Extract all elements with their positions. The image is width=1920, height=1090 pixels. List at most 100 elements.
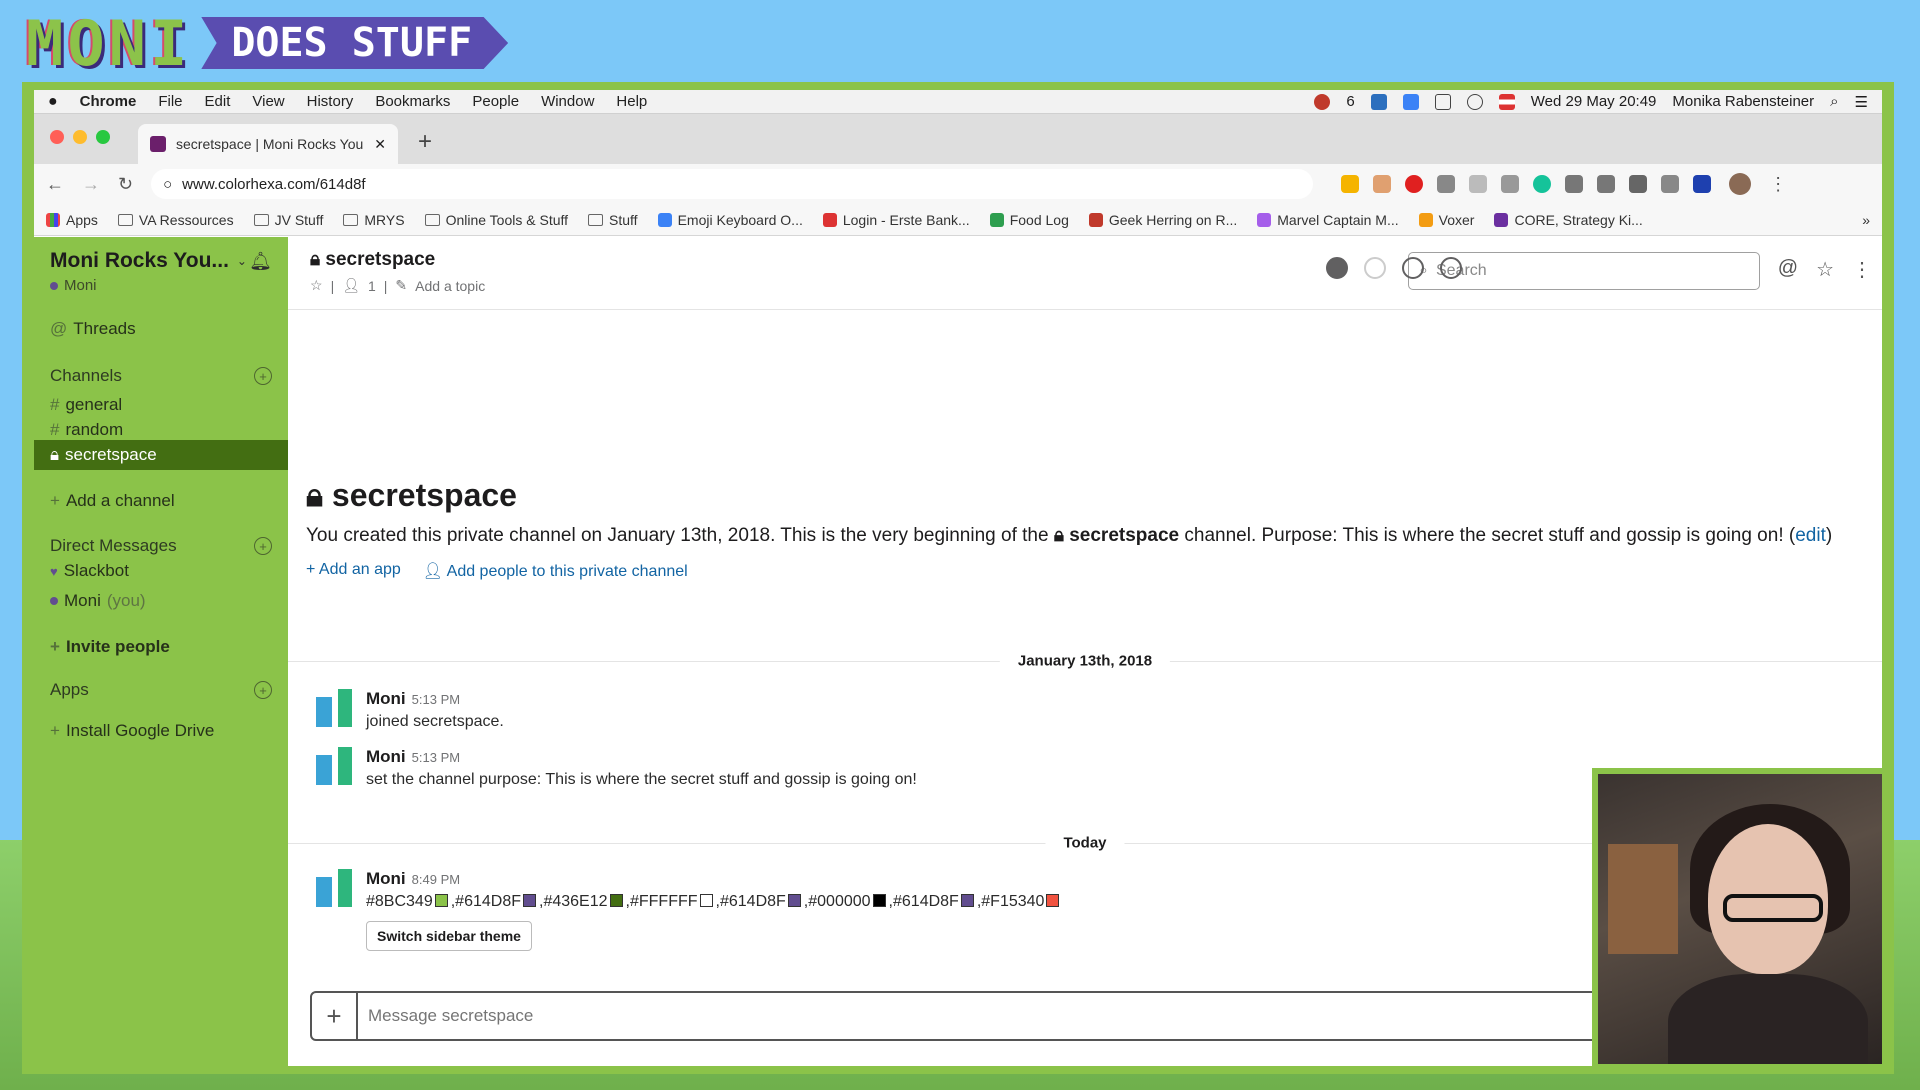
add-app-icon[interactable]: + [254,681,272,699]
avatar[interactable] [316,689,354,733]
flag-icon[interactable] [1498,93,1515,110]
switch-sidebar-theme-button[interactable]: Switch sidebar theme [366,921,532,951]
apps-header[interactable]: Apps + [50,680,272,700]
bookmark-food-log[interactable]: Food Log [989,212,1069,228]
extension-8-icon[interactable] [1565,175,1584,193]
bookmark-jv-stuff[interactable]: JV Stuff [253,212,323,228]
sidebar-item-threads[interactable]: @ Threads [34,314,288,344]
message-time[interactable]: 8:49 PM [412,872,460,887]
add-dm-icon[interactable]: + [254,537,272,555]
add-channel-button[interactable]: + Add a channel [34,486,288,516]
more-icon[interactable]: ⋮ [1852,257,1872,282]
dm-header[interactable]: Direct Messages + [50,536,272,556]
starred-icon[interactable]: ☆ [1816,257,1834,282]
sync-icon[interactable] [1402,93,1419,110]
maximize-window-icon[interactable] [96,130,110,144]
message-author[interactable]: Moni [366,869,406,888]
install-google-drive-button[interactable]: + Install Google Drive [34,716,288,746]
bell-icon[interactable]: 🔔︎ [249,251,272,272]
spotlight-icon[interactable]: ⌕ [1830,93,1838,110]
status-record-icon[interactable] [1314,93,1331,110]
message-author[interactable]: Moni [366,747,406,766]
close-window-icon[interactable] [50,130,64,144]
mentions-icon[interactable]: @ [1778,257,1798,282]
bookmark-va-ressources[interactable]: VA Ressources [117,212,234,228]
invite-people-button[interactable]: + Invite people [34,632,288,662]
message-author[interactable]: Moni [366,689,406,708]
notification-center-icon[interactable]: ☰ [1855,93,1868,111]
grammarly-icon[interactable] [1533,175,1552,193]
bookmark-apps[interactable]: Apps [46,212,98,228]
channels-header[interactable]: Channels + [50,366,272,386]
extension-1-icon[interactable] [1341,175,1360,193]
bookmark-marvel[interactable]: Marvel Captain M... [1257,212,1399,228]
menubar-datetime[interactable]: Wed 29 May 20:49 [1531,93,1657,110]
opera-icon[interactable] [1405,175,1424,193]
site-info-icon[interactable]: ○ [163,176,172,193]
minimize-window-icon[interactable] [73,130,87,144]
status-count[interactable]: 6 [1346,93,1354,110]
reload-icon[interactable]: ↻ [118,174,133,195]
bookmark-mrys[interactable]: MRYS [343,212,405,228]
extension-6-icon[interactable] [1501,175,1520,193]
star-icon[interactable]: ☆ [310,277,323,294]
call-icon[interactable] [1364,257,1386,279]
sidebar-item-slackbot[interactable]: ♥ Slackbot [34,556,288,586]
profile-avatar[interactable] [1729,173,1752,195]
extension-11-icon[interactable] [1661,175,1680,193]
sidebar-item-moni[interactable]: Moni (you) [34,586,288,616]
extension-10-icon[interactable] [1629,175,1648,193]
members-icon[interactable]: 👤︎ [342,277,360,294]
bookmark-emoji-keyboard[interactable]: Emoji Keyboard O... [657,212,803,228]
add-channel-icon[interactable]: + [254,367,272,385]
eyedropper-icon[interactable] [1373,175,1392,193]
info-icon[interactable] [1402,257,1424,279]
bookmarks-overflow-button[interactable]: » [1862,212,1870,228]
address-bar[interactable]: ○ www.colorhexa.com/614d8f [151,169,1314,199]
code-icon[interactable] [1469,175,1488,193]
back-icon[interactable]: ← [46,174,64,195]
camera-icon[interactable] [1437,175,1456,193]
forward-icon[interactable]: → [82,174,100,195]
member-count[interactable]: 1 [368,278,376,294]
bookmark-erste-bank[interactable]: Login - Erste Bank... [822,212,970,228]
menu-edit[interactable]: Edit [205,93,231,110]
menu-app[interactable]: Chrome [80,93,137,110]
message-time[interactable]: 5:13 PM [412,750,460,765]
sidebar-item-secretspace[interactable]: 🔒︎ secretspace [34,440,288,470]
avatar[interactable] [316,869,354,913]
bookmark-core-strategy[interactable]: CORE, Strategy Ki... [1494,212,1643,228]
avatar[interactable] [316,747,354,791]
add-topic-link[interactable]: Add a topic [415,278,485,294]
menu-history[interactable]: History [307,93,354,110]
wifi-icon[interactable] [1466,93,1483,110]
workspace-header[interactable]: Moni Rocks You... ⌄ 🔔︎ [34,249,288,273]
add-app-link[interactable]: + Add an app [306,561,401,581]
edit-purpose-link[interactable]: edit [1795,525,1826,546]
settings-gear-icon[interactable] [1440,257,1462,279]
bookmark-voxer[interactable]: Voxer [1418,212,1474,228]
bookmark-stuff[interactable]: Stuff [588,212,638,228]
display-icon[interactable] [1434,93,1451,110]
composer-plus-button[interactable]: + [312,993,358,1039]
menu-help[interactable]: Help [616,93,647,110]
dropbox-icon[interactable] [1370,93,1387,110]
browser-tab[interactable]: secretspace | Moni Rocks You ✕ [138,124,398,164]
add-people-link[interactable]: 👤︎ Add people to this private channel [423,561,688,581]
menu-people[interactable]: People [472,93,519,110]
bookmark-geek-herring[interactable]: Geek Herring on R... [1088,212,1237,228]
menubar-user[interactable]: Monika Rabensteiner [1672,93,1814,110]
do-not-disturb-icon[interactable] [1326,257,1348,279]
apple-menu-icon[interactable]: ● [48,93,58,111]
close-tab-icon[interactable]: ✕ [374,136,386,153]
bookmark-online-tools[interactable]: Online Tools & Stuff [424,212,568,228]
menu-bookmarks[interactable]: Bookmarks [375,93,450,110]
menu-file[interactable]: File [158,93,182,110]
chrome-menu-icon[interactable]: ⋮ [1769,174,1787,195]
extension-12-icon[interactable] [1693,175,1712,193]
new-tab-button[interactable]: + [418,128,432,156]
menu-window[interactable]: Window [541,93,594,110]
message-time[interactable]: 5:13 PM [412,692,460,707]
drive-icon[interactable] [1597,175,1616,193]
menu-view[interactable]: View [252,93,284,110]
